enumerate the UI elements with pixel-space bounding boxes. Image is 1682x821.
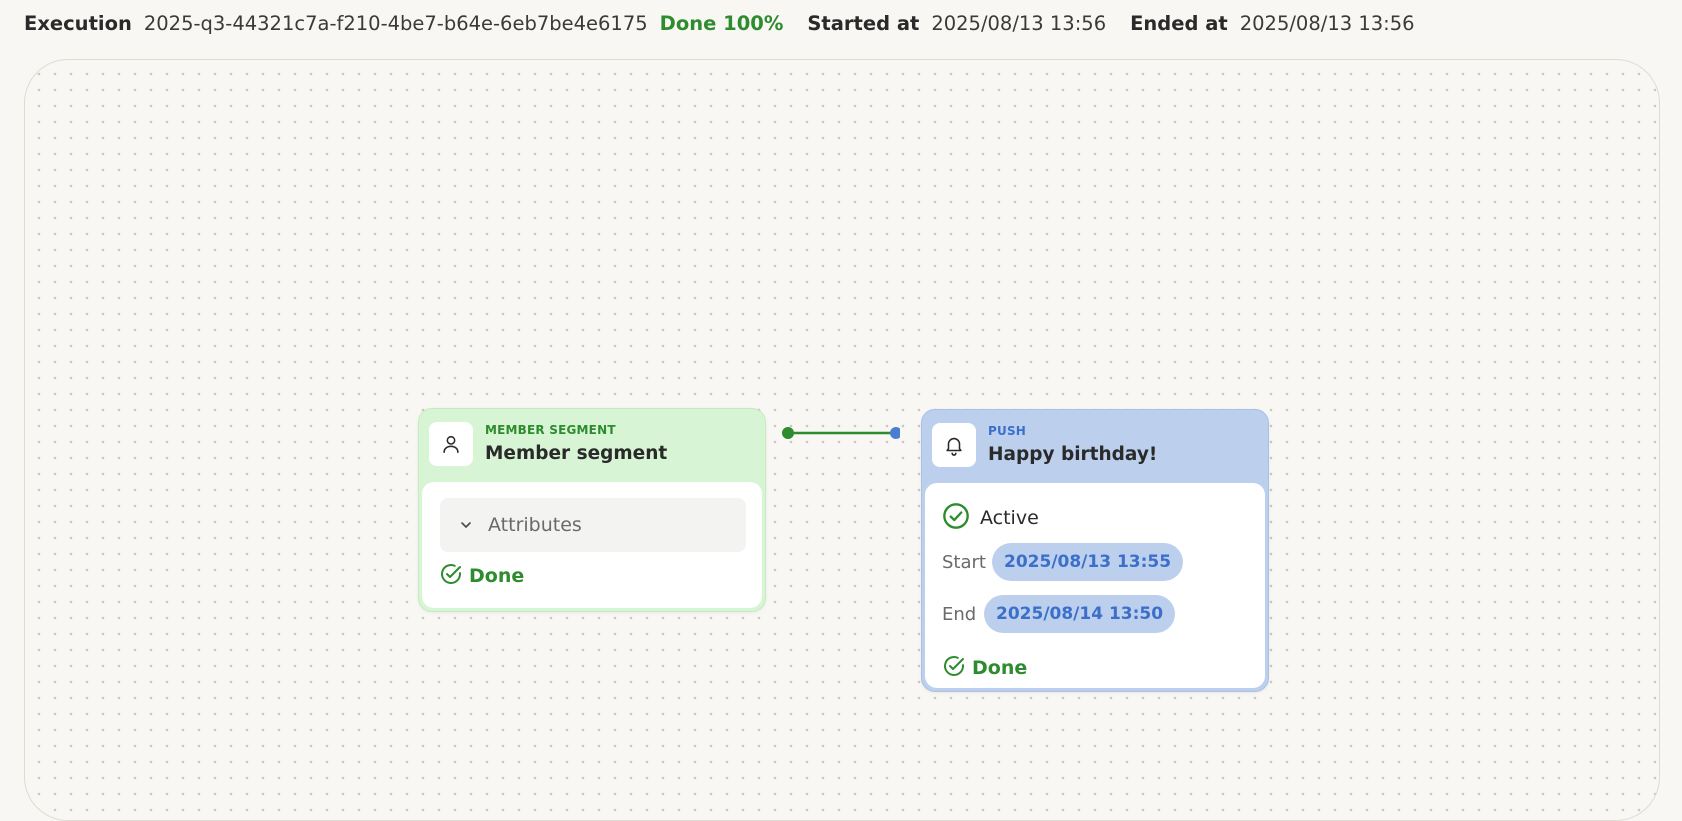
- end-date-row: End 2025/08/14 13:50: [942, 595, 1176, 633]
- execution-header: Execution 2025-q3-44321c7a-f210-4be7-b64…: [24, 8, 1415, 38]
- status-text: Done: [469, 565, 525, 587]
- execution-label: Execution: [24, 11, 132, 35]
- status-text: Done: [972, 657, 1028, 679]
- push-node-header: PUSH Happy birthday!: [932, 423, 1157, 469]
- execution-id: 2025-q3-44321c7a-f210-4be7-b64e-6eb7be4e…: [143, 11, 648, 35]
- bell-icon: [932, 423, 976, 467]
- ended-at-label: Ended at: [1130, 11, 1228, 35]
- push-node[interactable]: PUSH Happy birthday! Active Start 2025/0…: [921, 409, 1269, 692]
- active-label: Active: [980, 507, 1039, 529]
- connector-target-handle[interactable]: [890, 427, 900, 439]
- status-badge: Done: [942, 654, 1027, 682]
- connector-source-handle[interactable]: [782, 427, 794, 439]
- started-at-label: Started at: [807, 11, 920, 35]
- node-connector: [782, 427, 900, 439]
- started-at-value: 2025/08/13 13:56: [931, 11, 1107, 35]
- start-date-pill: 2025/08/13 13:55: [992, 543, 1184, 581]
- attributes-accordion[interactable]: Attributes: [440, 498, 746, 552]
- node-title: Member segment: [485, 443, 668, 464]
- check-circle-icon: [942, 502, 970, 534]
- node-kind-label: MEMBER SEGMENT: [485, 423, 616, 437]
- execution-status: Done 100%: [659, 11, 784, 35]
- chevron-down-icon: [458, 517, 474, 533]
- end-label: End: [942, 603, 977, 625]
- start-label: Start: [942, 551, 986, 573]
- check-circle-icon: [439, 562, 463, 590]
- member-segment-node[interactable]: MEMBER SEGMENT Member segment Attributes…: [418, 408, 766, 612]
- attributes-label: Attributes: [488, 514, 582, 536]
- node-title: Happy birthday!: [988, 444, 1158, 465]
- member-segment-node-header: MEMBER SEGMENT Member segment: [429, 422, 667, 468]
- member-segment-node-body: Attributes Done: [422, 482, 762, 608]
- status-badge: Done: [439, 562, 524, 590]
- end-date-pill: 2025/08/14 13:50: [984, 595, 1176, 633]
- active-status: Active: [942, 502, 1039, 534]
- check-circle-icon: [942, 654, 966, 682]
- push-node-body: Active Start 2025/08/13 13:55 End 2025/0…: [925, 483, 1265, 688]
- start-date-row: Start 2025/08/13 13:55: [942, 543, 1184, 581]
- ended-at-value: 2025/08/13 13:56: [1239, 11, 1415, 35]
- user-icon: [429, 422, 473, 466]
- node-kind-label: PUSH: [988, 424, 1027, 438]
